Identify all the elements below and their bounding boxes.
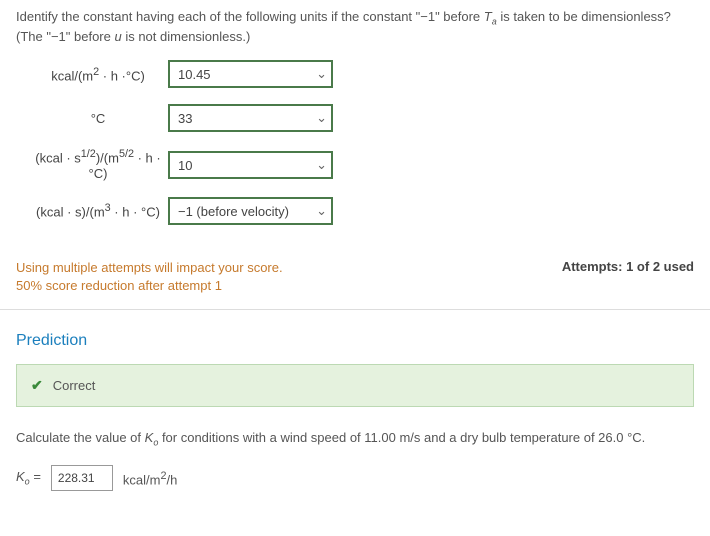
unit-label: °C: [28, 111, 168, 126]
impact-line2: 50% score reduction after attempt 1: [16, 277, 283, 295]
answer-symbol: Ko =: [16, 469, 41, 487]
unit-rows: kcal/(m2 · h ·°C) 10.45 ⌄ °C 33 ⌄ (kcal …: [28, 60, 694, 224]
t-symbol: Ta: [484, 9, 497, 24]
unit-row: (kcal · s1/2)/(m5/2 · h · °C) 10 ⌄: [28, 148, 694, 180]
select-value: 10.45: [168, 60, 333, 88]
correct-banner: ✔ Correct: [16, 364, 694, 407]
calc-text: Calculate the value of Ko for conditions…: [16, 429, 694, 449]
u-symbol: u: [114, 29, 121, 44]
unit-select[interactable]: 10 ⌄: [168, 151, 333, 179]
answer-unit: kcal/m2/h: [123, 470, 177, 487]
unit-row: (kcal · s)/(m3 · h · °C) −1 (before velo…: [28, 197, 694, 225]
unit-select[interactable]: 33 ⌄: [168, 104, 333, 132]
select-value: 10: [168, 151, 333, 179]
correct-label: Correct: [53, 378, 96, 393]
unit-row: °C 33 ⌄: [28, 104, 694, 132]
unit-label: (kcal · s1/2)/(m5/2 · h · °C): [28, 148, 168, 180]
unit-select[interactable]: 10.45 ⌄: [168, 60, 333, 88]
answer-input[interactable]: [51, 465, 113, 491]
select-value: −1 (before velocity): [168, 197, 333, 225]
divider: [0, 309, 710, 310]
question-end: is not dimensionless.): [122, 29, 251, 44]
unit-label: (kcal · s)/(m3 · h · °C): [28, 202, 168, 219]
impact-line1: Using multiple attempts will impact your…: [16, 259, 283, 277]
attempts-area: Using multiple attempts will impact your…: [16, 259, 694, 295]
attempts-count: Attempts: 1 of 2 used: [562, 259, 694, 274]
answer-line: Ko = kcal/m2/h: [16, 465, 694, 491]
impact-note: Using multiple attempts will impact your…: [16, 259, 283, 295]
calc-end: for conditions with a wind speed of 11.0…: [158, 430, 645, 445]
unit-label: kcal/(m2 · h ·°C): [28, 66, 168, 83]
select-value: 33: [168, 104, 333, 132]
calc-pre: Calculate the value of: [16, 430, 145, 445]
unit-row: kcal/(m2 · h ·°C) 10.45 ⌄: [28, 60, 694, 88]
unit-select[interactable]: −1 (before velocity) ⌄: [168, 197, 333, 225]
section-heading: Prediction: [16, 332, 694, 350]
question-pre: Identify the constant having each of the…: [16, 9, 484, 24]
k-symbol: Ko: [145, 430, 159, 445]
check-icon: ✔: [31, 377, 43, 394]
question-text: Identify the constant having each of the…: [16, 8, 694, 46]
